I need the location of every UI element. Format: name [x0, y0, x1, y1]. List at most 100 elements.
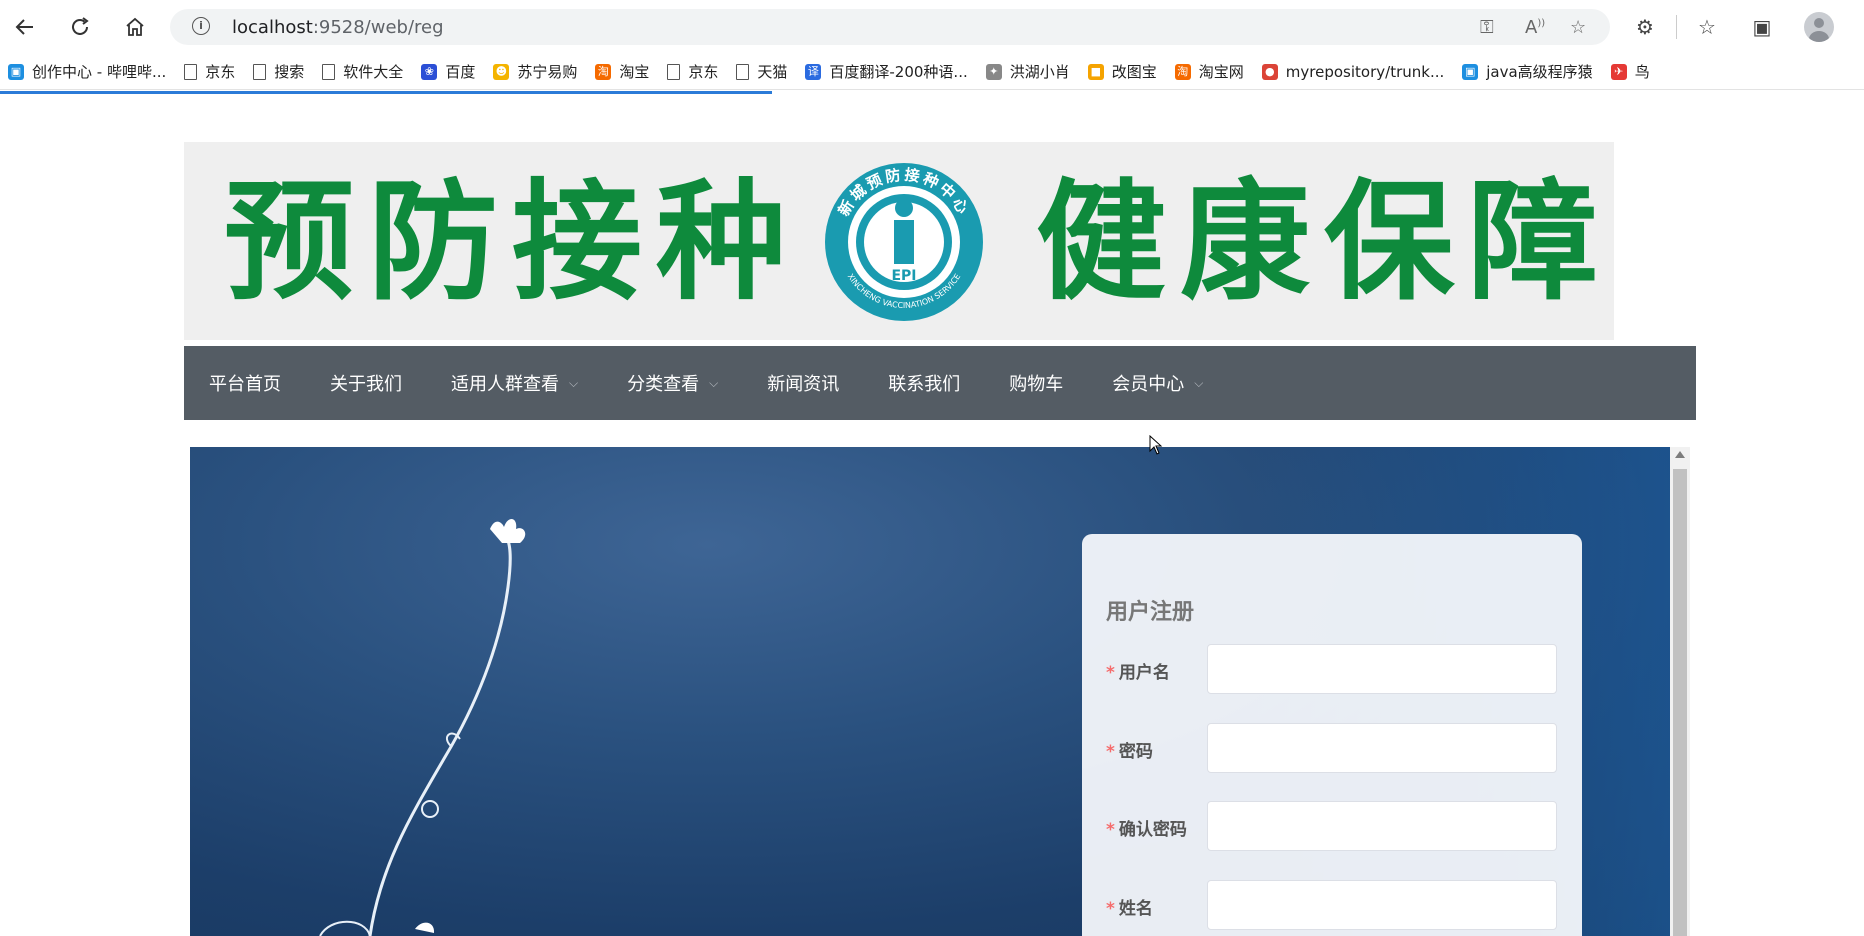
bookmark-item[interactable]: 淘淘宝网 [1174, 61, 1244, 82]
reload-icon[interactable] [63, 10, 97, 44]
register-form-title: 用户注册 [1106, 600, 1195, 625]
chevron-down-icon: ⌵ [569, 375, 579, 390]
key-icon[interactable]: ⚿ [1480, 17, 1494, 38]
nav-item-label: 会员中心 [1112, 374, 1185, 395]
bookmark-item[interactable]: ● myrepository/trunk... [1261, 62, 1445, 81]
bookmark-item[interactable]: ❀ 百度 [421, 61, 475, 82]
bookmark-item[interactable]: ■ 改图宝 [1087, 61, 1157, 82]
site-info-icon[interactable]: i [192, 17, 210, 35]
bookmark-label: myrepository/trunk... [1285, 62, 1445, 81]
bookmark-item[interactable]: 软件大全 [322, 61, 403, 82]
bookmark-label: 百度 [445, 63, 476, 81]
nav-item-label: 分类查看 [627, 374, 700, 395]
collections-icon[interactable]: ▣ [1747, 12, 1777, 42]
name-label: * 姓名 [1106, 894, 1153, 919]
scroll-thumb[interactable] [1673, 469, 1687, 936]
taobao-icon: 淘 [1174, 63, 1191, 80]
bookmark-label: 搜索 [274, 63, 305, 81]
page-icon [184, 63, 198, 80]
nav-item[interactable]: 新闻资讯 [767, 370, 839, 396]
page-icon [736, 63, 750, 80]
gaitubao-icon: ■ [1087, 63, 1104, 80]
bookmark-label: 洪湖小肖 [1009, 63, 1070, 81]
url-text[interactable]: localhost:9528/web/reg [232, 17, 444, 38]
nav-item[interactable]: 购物车 [1009, 370, 1063, 396]
bookmark-item[interactable]: 搜索 [253, 61, 304, 82]
profile-avatar[interactable] [1804, 12, 1834, 42]
password-row: * 密码 [1106, 723, 1557, 773]
site-banner: 预防接种 EPI 新城预防接种中心 XINCHENG VACCINATION S… [184, 142, 1614, 340]
bookmarks-bar: ▣ 创作中心 - 哔哩哔... 京东 搜索 软件大全 ❀ 百度 ☻ 苏宁易购淘淘宝 京东 天猫译百度… [0, 54, 1864, 90]
bookmark-label: 百度翻译-200种语... [829, 63, 968, 81]
bookmark-label: 改图宝 [1111, 63, 1157, 81]
bookmark-label: 鸟 [1634, 63, 1650, 81]
vaccination-center-logo-icon: EPI 新城预防接种中心 XINCHENG VACCINATION SERVIC… [825, 163, 983, 321]
bookmark-item[interactable]: ☻ 苏宁易购 [493, 61, 577, 82]
scroll-up-icon[interactable] [1675, 451, 1685, 458]
nav-item[interactable]: 联系我们 [888, 370, 960, 396]
address-bar[interactable]: i localhost:9528/web/reg ⚿ A)) ☆ [170, 9, 1610, 45]
confirm-password-label-text: 确认密码 [1118, 820, 1187, 840]
bookmark-item[interactable]: ✦ 洪湖小肖 [985, 61, 1070, 82]
bookmark-item[interactable]: 京东 [667, 61, 718, 82]
bookmark-item[interactable]: ▣ 创作中心 - 哔哩哔... [8, 61, 166, 82]
bookmark-item[interactable]: 淘淘宝 [595, 61, 649, 82]
confirm-password-row: * 确认密码 [1106, 801, 1557, 851]
username-label: * 用户名 [1106, 658, 1170, 683]
bilibili-icon: ▣ [1462, 63, 1479, 80]
bookmark-item[interactable]: 京东 [184, 61, 235, 82]
required-mark: * [1106, 663, 1115, 683]
bookmark-item[interactable]: 天猫 [736, 61, 787, 82]
bookmark-item[interactable]: 译百度翻译-200种语... [805, 61, 968, 82]
bookmark-label: 京东 [688, 63, 719, 81]
nav-item[interactable]: 适用人群查看 ⌵ [451, 370, 578, 396]
username-row: * 用户名 [1106, 644, 1557, 694]
bookmark-label: 创作中心 - 哔哩哔... [32, 63, 167, 81]
bookmark-label: 软件大全 [343, 63, 404, 81]
url-path: :9528/web/reg [312, 17, 444, 38]
bookmark-item[interactable]: ▣ java高级程序猿 [1462, 61, 1593, 82]
username-label-text: 用户名 [1118, 663, 1170, 683]
nav-item-label: 购物车 [1009, 374, 1064, 395]
bookmark-label: 淘宝 [619, 63, 650, 81]
bilibili-icon: ▣ [8, 63, 24, 80]
bookmark-label: 京东 [205, 63, 236, 81]
confirm-password-input[interactable] [1207, 801, 1557, 851]
required-mark: * [1106, 820, 1115, 840]
taobao-icon: 淘 [595, 63, 612, 80]
required-mark: * [1106, 899, 1115, 919]
add-favorite-icon[interactable]: ☆ [1570, 17, 1586, 38]
main-nav: 平台首页 关于我们 适用人群查看 ⌵ 分类查看 ⌵ 新闻资讯 联系我们 购物车 会员中心 ⌵ [184, 346, 1696, 420]
nav-item[interactable]: 分类查看 ⌵ [627, 370, 718, 396]
bookmark-label: 苏宁易购 [517, 63, 578, 81]
confirm-password-label: * 确认密码 [1106, 815, 1187, 840]
bookmark-item[interactable]: ✈ 鸟 [1610, 61, 1650, 82]
home-icon[interactable] [118, 10, 152, 44]
name-input[interactable] [1207, 880, 1557, 930]
frame-scrollbar[interactable] [1670, 447, 1690, 936]
toolbar-divider [1676, 15, 1677, 39]
password-label: * 密码 [1106, 737, 1153, 762]
required-mark: * [1106, 742, 1115, 762]
suning-icon: ☻ [493, 63, 510, 80]
browser-toolbar: i localhost:9528/web/reg ⚿ A)) ☆ ⚙ ☆ ▣ [0, 0, 1864, 54]
nav-item[interactable]: 会员中心 ⌵ [1112, 370, 1203, 396]
mouse-cursor-icon [1149, 435, 1163, 455]
bird-red-icon: ✈ [1610, 63, 1627, 80]
page-icon [667, 63, 681, 80]
extensions-icon[interactable]: ⚙ [1630, 12, 1660, 42]
nav-item[interactable]: 关于我们 [330, 370, 402, 396]
nav-item-label: 适用人群查看 [451, 374, 559, 395]
page-icon [322, 63, 336, 80]
bookmark-label: java高级程序猿 [1486, 63, 1593, 81]
password-input[interactable] [1207, 723, 1557, 773]
favorites-icon[interactable]: ☆ [1692, 12, 1722, 42]
nav-item-label: 平台首页 [209, 374, 281, 395]
back-icon[interactable] [8, 10, 42, 44]
name-row: * 姓名 [1106, 880, 1557, 930]
nav-item[interactable]: 平台首页 [209, 370, 281, 396]
username-input[interactable] [1207, 644, 1557, 694]
read-aloud-icon[interactable]: A)) [1525, 17, 1545, 38]
chrome-icon: ● [1261, 63, 1278, 80]
nav-item-label: 新闻资讯 [767, 374, 840, 395]
